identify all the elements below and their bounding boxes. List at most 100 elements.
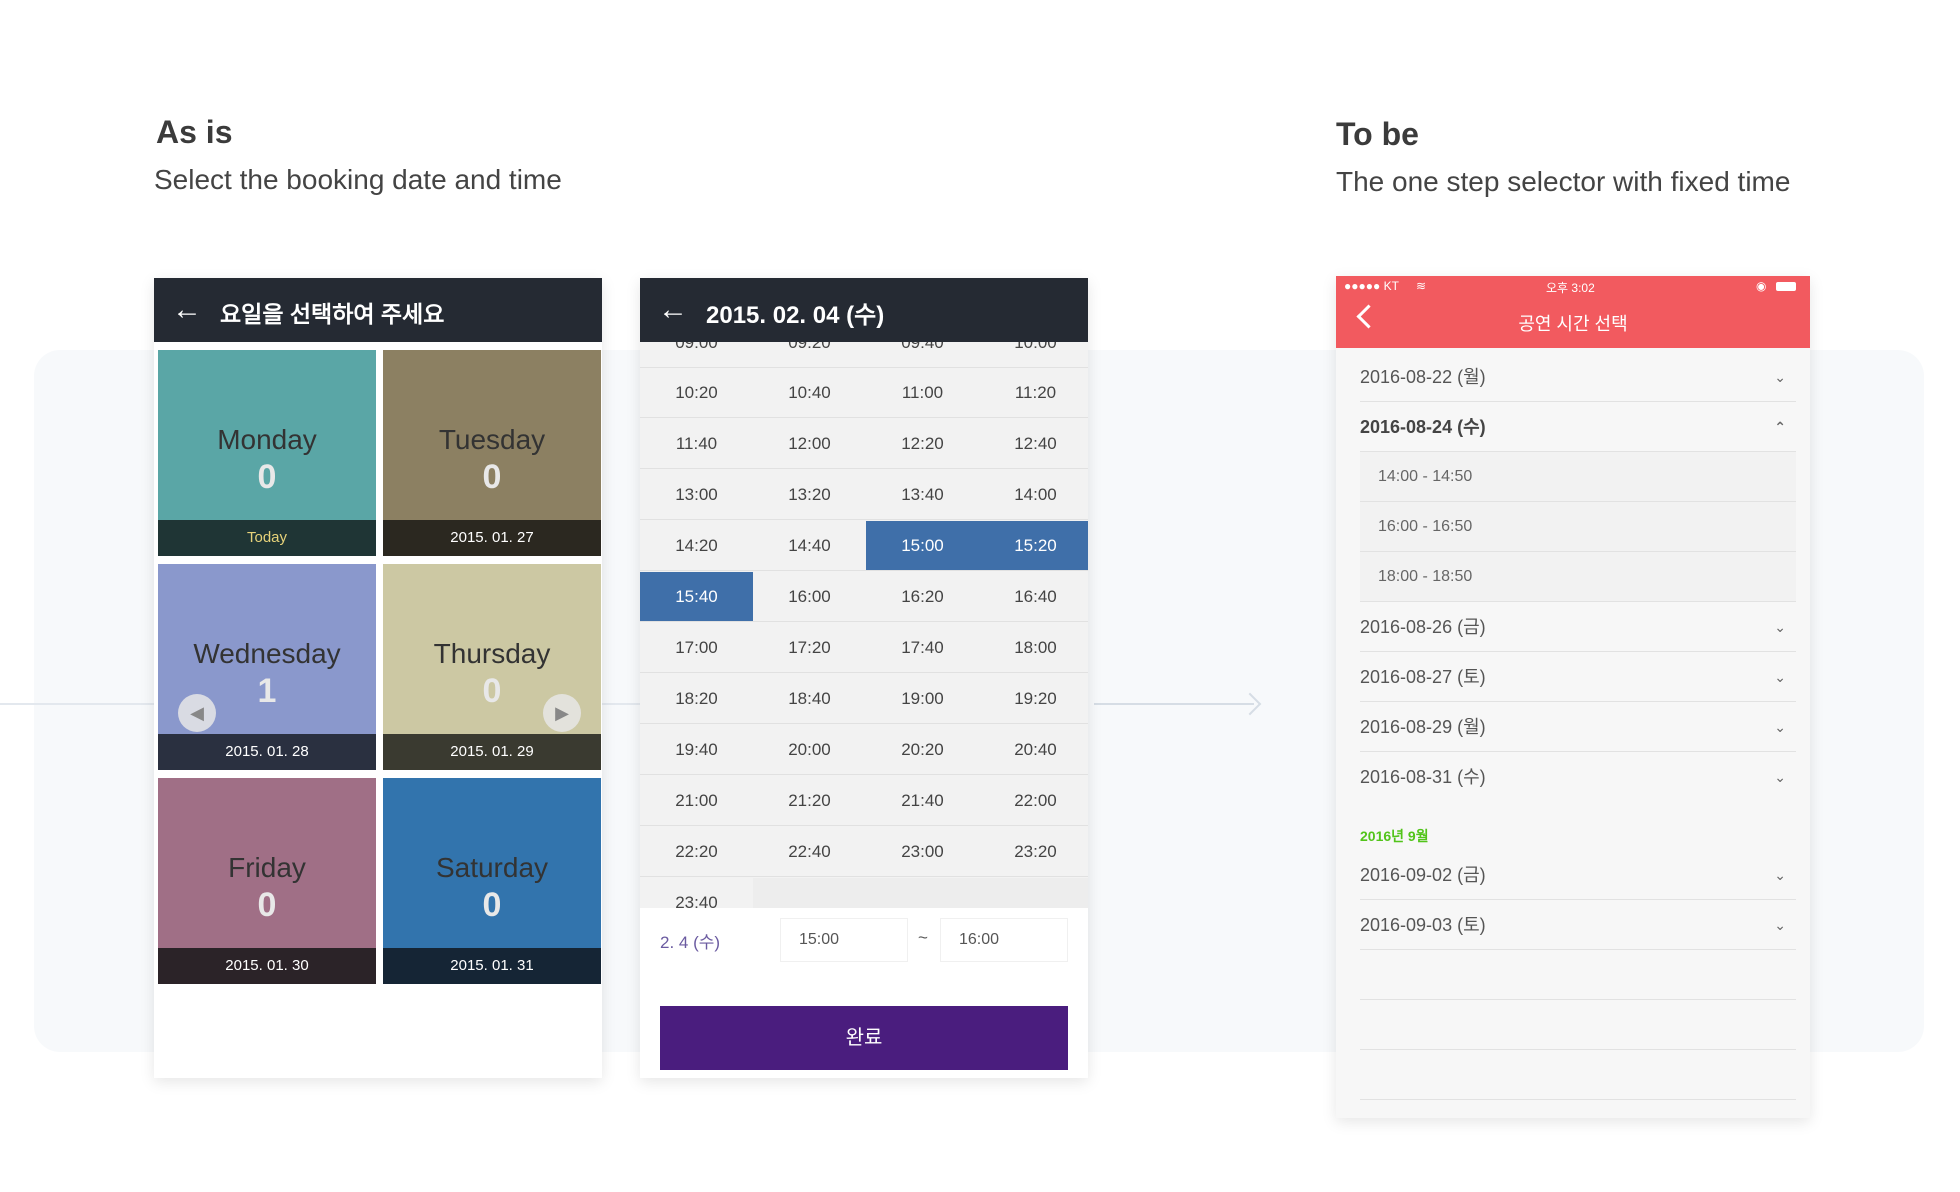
arrow-line	[1094, 703, 1254, 705]
to-be-subtitle: The one step selector with fixed time	[1336, 166, 1791, 197]
time-slot[interactable]: 19:40	[640, 725, 753, 775]
time-slot[interactable]: 18:20	[640, 674, 753, 724]
time-slot[interactable]: 14:40	[753, 521, 866, 571]
date-label: 2016-09-03 (토)	[1360, 915, 1486, 935]
time-option[interactable]: 14:00 - 14:50	[1360, 452, 1796, 502]
time-grid: 09:00 09:20 09:40 10:00 10:20 10:40 11:00 11:20…	[640, 342, 1088, 908]
prev-arrow-icon[interactable]: ◀	[178, 694, 216, 732]
day-name: Monday	[217, 424, 317, 455]
end-time-field[interactable]: 16:00	[940, 918, 1068, 962]
time-slot[interactable]: 13:20	[753, 470, 866, 520]
day-footer: 2015. 01. 30	[158, 948, 376, 984]
time-slot[interactable]: 11:20	[979, 368, 1088, 418]
chevron-down-icon: ⌄	[1774, 917, 1786, 933]
time-slot[interactable]: 16:40	[979, 572, 1088, 622]
chevron-down-icon: ⌄	[1774, 669, 1786, 685]
date-row[interactable]: 2016-09-03 (토) ⌄	[1360, 900, 1796, 950]
date-row[interactable]: 2016-08-31 (수) ⌄	[1360, 752, 1796, 802]
date-row[interactable]: 2016-09-02 (금) ⌄	[1360, 850, 1796, 900]
time-slot[interactable]: 14:00	[979, 470, 1088, 520]
time-option[interactable]: 18:00 - 18:50	[1360, 552, 1796, 602]
time-slot[interactable]: 18:40	[753, 674, 866, 724]
time-slot-empty	[753, 878, 866, 908]
month-label: 2016년 9월	[1360, 828, 1429, 844]
time-slot[interactable]: 09:40	[866, 342, 979, 368]
time-slot[interactable]: 22:20	[640, 827, 753, 877]
next-arrow-icon[interactable]: ▶	[543, 694, 581, 732]
time-slot[interactable]: 12:40	[979, 419, 1088, 469]
time-slot[interactable]: 15:20	[979, 521, 1088, 571]
time-slot[interactable]: 15:00	[866, 521, 979, 571]
time-slot[interactable]: 20:00	[753, 725, 866, 775]
battery-icon	[1776, 282, 1796, 291]
time-slot[interactable]: 11:40	[640, 419, 753, 469]
back-arrow-icon[interactable]: ←	[658, 292, 688, 328]
time-slot[interactable]: 23:00	[866, 827, 979, 877]
time-option[interactable]: 16:00 - 16:50	[1360, 502, 1796, 552]
as-is-title: As is	[156, 114, 233, 150]
chevron-down-icon: ⌄	[1774, 369, 1786, 385]
time-slot[interactable]: 15:40	[640, 572, 753, 622]
time-slot[interactable]: 13:40	[866, 470, 979, 520]
time-slot-empty	[979, 878, 1088, 908]
connector-line-mid	[602, 703, 644, 705]
date-row-expanded[interactable]: 2016-08-24 (수) ⌃	[1360, 402, 1796, 452]
date-label: 2016-08-26 (금)	[1360, 617, 1486, 637]
day-footer: 2015. 01. 29	[383, 734, 601, 770]
time-slot[interactable]: 10:40	[753, 368, 866, 418]
day-tile-saturday[interactable]: Saturday 0 2015. 01. 31	[383, 778, 601, 984]
time-slot[interactable]: 21:40	[866, 776, 979, 826]
time-slot[interactable]: 23:20	[979, 827, 1088, 877]
date-label: 2016-09-02 (금)	[1360, 865, 1486, 885]
date-row[interactable]: 2016-08-27 (토) ⌄	[1360, 652, 1796, 702]
time-slot[interactable]: 19:20	[979, 674, 1088, 724]
time-slot[interactable]: 18:00	[979, 623, 1088, 673]
time-slot[interactable]: 17:40	[866, 623, 979, 673]
start-time-field[interactable]: 15:00	[780, 918, 908, 962]
day-count: 0	[482, 458, 502, 496]
lock-icon: ◉	[1756, 279, 1767, 293]
time-slot[interactable]: 17:00	[640, 623, 753, 673]
day-tile-friday[interactable]: Friday 0 2015. 01. 30	[158, 778, 376, 984]
time-slot[interactable]: 10:20	[640, 368, 753, 418]
time-slot[interactable]: 09:00	[640, 342, 753, 368]
date-row[interactable]: 2016-08-29 (월) ⌄	[1360, 702, 1796, 752]
day-footer: 2015. 01. 27	[383, 520, 601, 556]
time-slot[interactable]: 20:20	[866, 725, 979, 775]
time-slot[interactable]: 22:40	[753, 827, 866, 877]
time-slot[interactable]: 14:20	[640, 521, 753, 571]
day-tile-monday[interactable]: Monday 0 Today	[158, 350, 376, 556]
time-slot[interactable]: 09:20	[753, 342, 866, 368]
date-row[interactable]: 2016-08-26 (금) ⌄	[1360, 602, 1796, 652]
wifi-icon: ≋	[1416, 279, 1427, 293]
screen-performance-time: ●●●●● KT ≋ 오후 3:02 ◉ 공연 시간 선택 2016-08-22…	[1336, 276, 1810, 1118]
day-count: 0	[482, 886, 502, 924]
day-name: Friday	[228, 852, 306, 883]
time-slot[interactable]: 22:00	[979, 776, 1088, 826]
back-arrow-icon[interactable]: ←	[172, 292, 202, 328]
status-carrier: ●●●●● KT	[1344, 279, 1399, 293]
done-button[interactable]: 완료	[660, 1006, 1068, 1070]
header-title: 요일을 선택하여 주세요	[220, 301, 445, 327]
time-slot[interactable]: 12:00	[753, 419, 866, 469]
time-slot[interactable]: 19:00	[866, 674, 979, 724]
day-tile-tuesday[interactable]: Tuesday 0 2015. 01. 27	[383, 350, 601, 556]
time-slot[interactable]: 10:00	[979, 342, 1088, 368]
time-slot[interactable]: 12:20	[866, 419, 979, 469]
time-slot[interactable]: 13:00	[640, 470, 753, 520]
connector-line-left	[0, 703, 160, 705]
day-tile-wednesday[interactable]: Wednesday 1 ◀ 2015. 01. 28	[158, 564, 376, 770]
day-selector-header: ← 요일을 선택하여 주세요	[154, 278, 602, 342]
day-tile-thursday[interactable]: Thursday 0 ▶ 2015. 01. 29	[383, 564, 601, 770]
date-row[interactable]: 2016-08-22 (월) ⌄	[1360, 352, 1796, 402]
status-time: 오후 3:02	[1546, 281, 1595, 295]
time-slot[interactable]: 16:00	[753, 572, 866, 622]
time-slot[interactable]: 20:40	[979, 725, 1088, 775]
time-slot[interactable]: 11:00	[866, 368, 979, 418]
day-count: 0	[257, 886, 277, 924]
time-slot[interactable]: 21:00	[640, 776, 753, 826]
time-slot[interactable]: 23:40	[640, 878, 753, 908]
time-slot[interactable]: 16:20	[866, 572, 979, 622]
time-slot[interactable]: 17:20	[753, 623, 866, 673]
time-slot[interactable]: 21:20	[753, 776, 866, 826]
